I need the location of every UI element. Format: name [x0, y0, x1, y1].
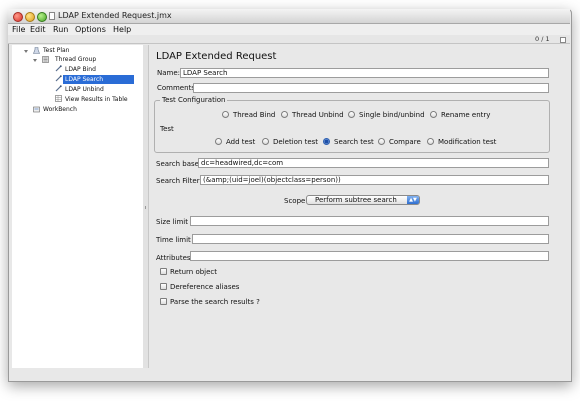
minimize-window-icon[interactable]: [25, 12, 35, 22]
scope-select[interactable]: Perform subtree search: [306, 195, 420, 205]
parse-results-label: Parse the search results ?: [170, 298, 260, 306]
tree-node-workbench[interactable]: WorkBench: [43, 106, 77, 113]
parse-results-checkbox[interactable]: [160, 298, 167, 305]
size-limit-field[interactable]: [190, 216, 549, 226]
search-base-label: Search base: [156, 160, 199, 168]
counter-indicator-icon: [560, 37, 566, 43]
radio-search-test-label: Search test: [334, 138, 374, 146]
scope-label: Scope: [284, 197, 306, 205]
toolbar: [8, 35, 570, 44]
expand-triangle-icon[interactable]: [33, 59, 37, 62]
test-plan-icon: [33, 47, 40, 54]
time-limit-label: Time limit: [156, 236, 191, 244]
panel-title: LDAP Extended Request: [156, 51, 277, 62]
radio-modification-test-label: Modification test: [438, 138, 497, 146]
results-table-icon: [55, 95, 62, 102]
attributes-field[interactable]: [190, 251, 549, 261]
radio-compare[interactable]: [378, 138, 385, 145]
sampler-pipette-icon: [55, 75, 62, 82]
radio-rename-entry[interactable]: [430, 111, 437, 118]
close-window-icon[interactable]: [13, 12, 23, 22]
radio-thread-unbind[interactable]: [281, 111, 288, 118]
radio-single-bind-unbind-label: Single bind/unbind: [359, 111, 425, 119]
radio-deletion-test-label: Deletion test: [273, 138, 319, 146]
tree-node-ldap-search[interactable]: LDAP Search: [65, 76, 103, 83]
radio-single-bind-unbind[interactable]: [348, 111, 355, 118]
sampler-pipette-icon: [55, 65, 62, 72]
expand-triangle-icon[interactable]: [24, 50, 28, 53]
dereference-aliases-checkbox[interactable]: [160, 283, 167, 290]
comments-label: Comments: [157, 84, 195, 92]
tree-node-view-results-table[interactable]: View Results in Table: [65, 96, 128, 103]
radio-compare-label: Compare: [389, 138, 421, 146]
document-icon: [49, 12, 55, 20]
radio-thread-bind[interactable]: [222, 111, 229, 118]
sampler-config-panel: [149, 45, 569, 368]
tree-node-ldap-unbind[interactable]: LDAP Unbind: [65, 86, 104, 93]
radio-add-test-label: Add test: [226, 138, 256, 146]
attributes-label: Attributes: [156, 254, 191, 262]
radio-thread-unbind-label: Thread Unbind: [292, 111, 344, 119]
menu-edit[interactable]: Edit: [30, 25, 46, 34]
dereference-aliases-label: Dereference aliases: [170, 283, 240, 291]
select-arrows-icon[interactable]: ▲▼: [407, 196, 419, 204]
menu-run[interactable]: Run: [53, 25, 68, 34]
zoom-window-icon[interactable]: [37, 12, 47, 22]
divider-grip-icon: [145, 206, 146, 209]
tree-node-thread-group[interactable]: Thread Group: [55, 56, 96, 63]
test-tree: [12, 45, 144, 368]
thread-group-icon: [42, 56, 49, 63]
search-base-field[interactable]: dc=headwired,dc=com: [198, 158, 549, 168]
test-label: Test: [160, 125, 174, 133]
radio-modification-test[interactable]: [427, 138, 434, 145]
time-limit-field[interactable]: [192, 234, 549, 244]
search-filter-field[interactable]: (&amp;(uid=joel)(objectclass=person)): [200, 175, 549, 185]
name-field[interactable]: LDAP Search: [180, 68, 549, 78]
menu-help[interactable]: Help: [113, 25, 131, 34]
menu-bar: File Edit Run Options Help: [8, 24, 570, 35]
comments-field[interactable]: [193, 83, 549, 93]
radio-thread-bind-label: Thread Bind: [233, 111, 276, 119]
title-bar: LDAP Extended Request.jmx: [8, 9, 570, 24]
radio-rename-entry-label: Rename entry: [441, 111, 491, 119]
tree-node-test-plan[interactable]: Test Plan: [43, 47, 70, 54]
tree-node-ldap-bind[interactable]: LDAP Bind: [65, 66, 96, 73]
workbench-icon: [33, 106, 40, 113]
radio-add-test[interactable]: [215, 138, 222, 145]
search-filter-label: Search Filter: [156, 177, 200, 185]
radio-search-test[interactable]: [323, 138, 330, 145]
menu-options[interactable]: Options: [75, 25, 106, 34]
window-title: LDAP Extended Request.jmx: [58, 11, 172, 20]
name-label: Name:: [157, 69, 181, 77]
menu-file[interactable]: File: [12, 25, 25, 34]
size-limit-label: Size limit: [156, 218, 188, 226]
radio-deletion-test[interactable]: [262, 138, 269, 145]
sampler-pipette-icon: [55, 85, 62, 92]
return-object-label: Return object: [170, 268, 218, 276]
test-configuration-title: Test Configuration: [160, 96, 228, 104]
return-object-checkbox[interactable]: [160, 268, 167, 275]
thread-counter: 0 / 1: [535, 35, 550, 43]
